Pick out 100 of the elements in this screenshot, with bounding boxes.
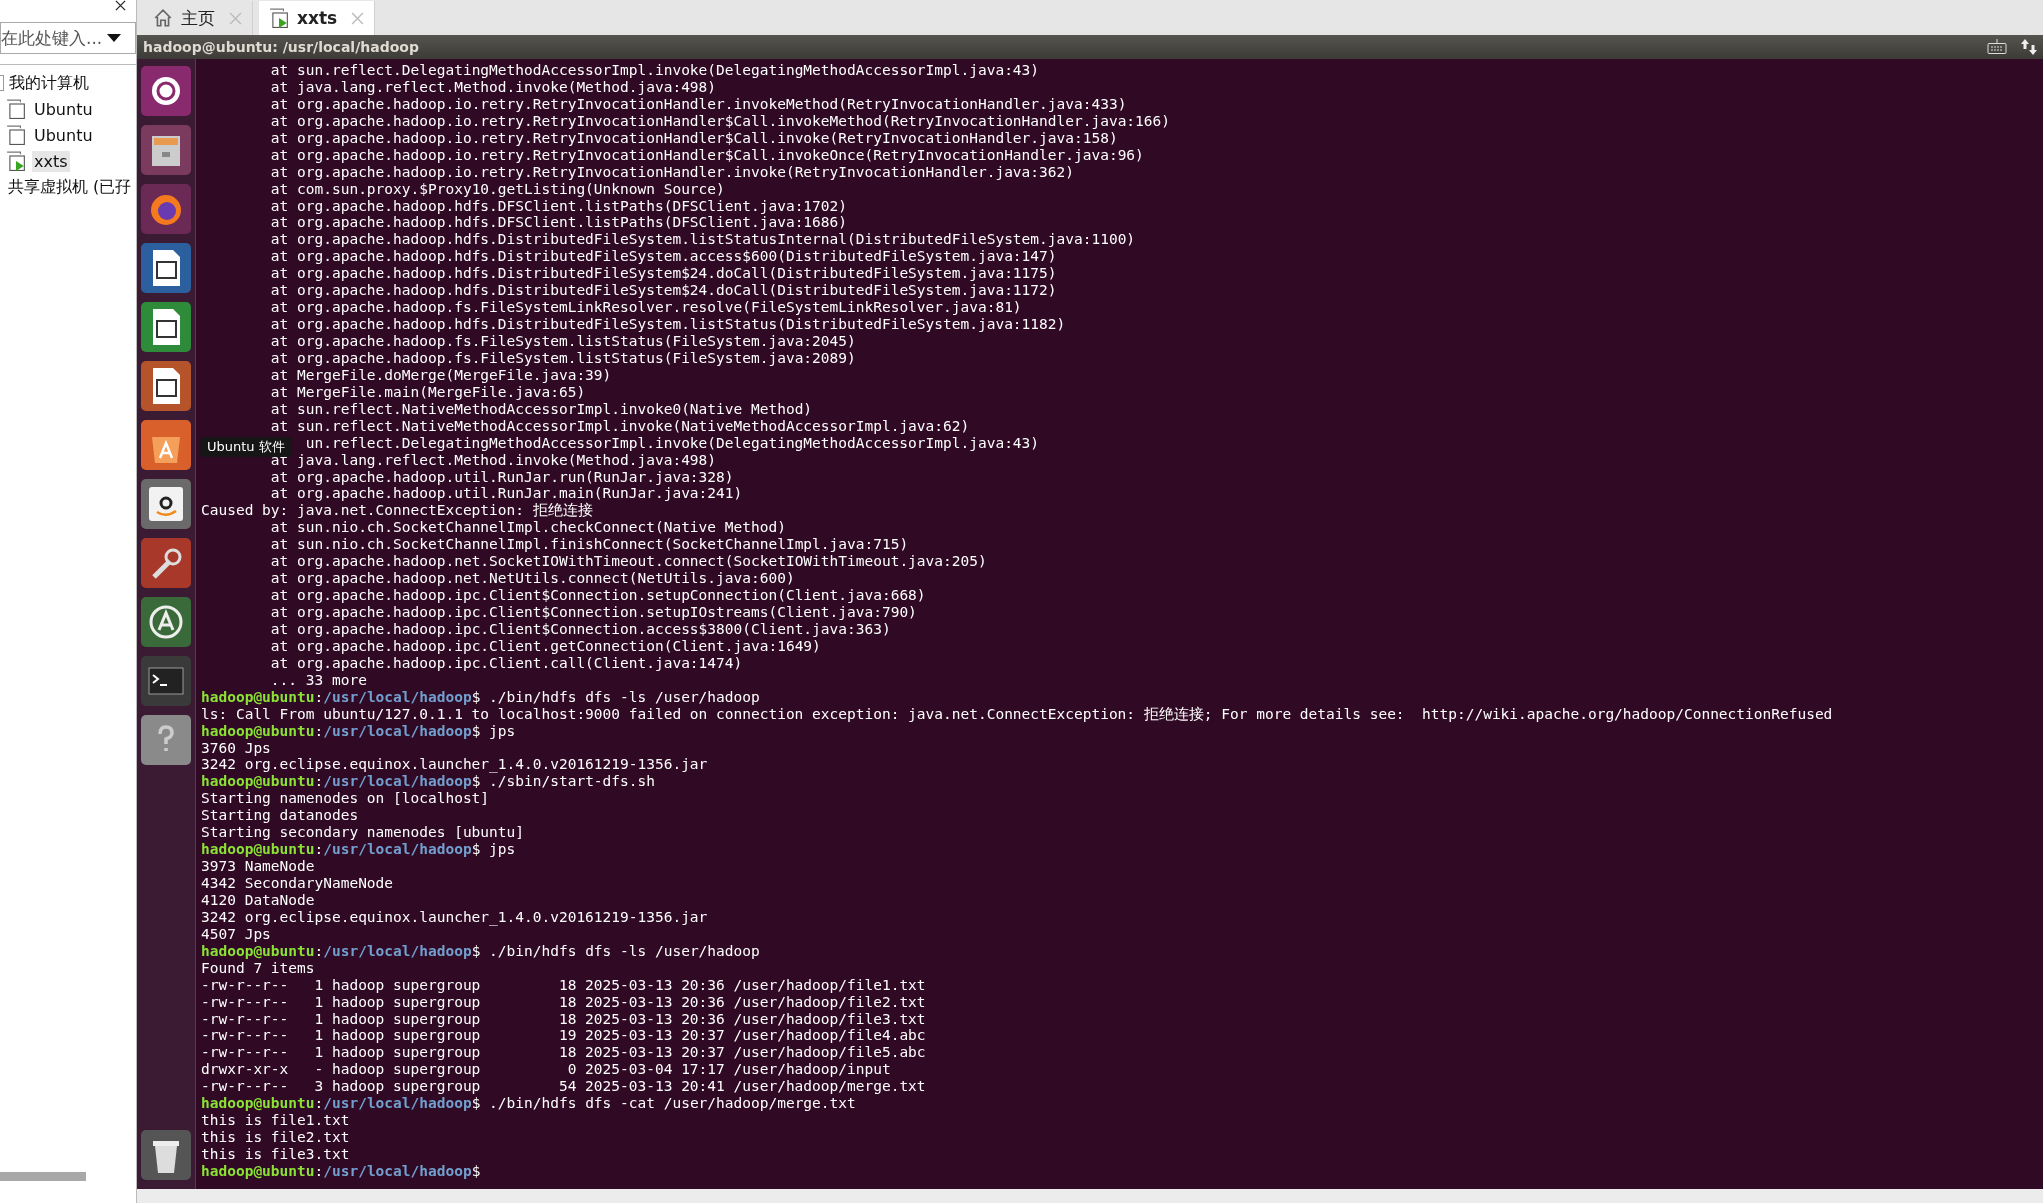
- terminal-icon[interactable]: [140, 655, 192, 707]
- terminal-line: drwxr-xr-x - hadoop supergroup 0 2025-03-04 17:17 /user/hadoop/input: [201, 1061, 891, 1079]
- terminal-line: this is file1.txt: [201, 1112, 350, 1130]
- files-icon[interactable]: [140, 124, 192, 176]
- terminal-line: 3973 NameNode: [201, 858, 315, 875]
- prompt-user: hadoop@ubuntu: [201, 722, 315, 739]
- prompt-path: /usr/local/hadoop: [323, 841, 472, 858]
- terminal-line: at org.apache.hadoop.fs.FileSystem.listStatus(FileSystem.java:2045): [269, 333, 856, 350]
- prompt-path: /usr/local/hadoop: [323, 1095, 472, 1112]
- prompt-user: hadoop@ubuntu: [201, 841, 315, 858]
- prompt-separator: :: [314, 688, 324, 705]
- terminal-line: at org.apache.hadoop.io.retry.RetryInvocationHandler.invokeMethod(RetryInvocationHandler.java:433): [269, 95, 1127, 113]
- impress-icon[interactable]: [140, 360, 192, 412]
- terminal-line: at org.apache.hadoop.util.RunJar.main(RunJar.java:241): [269, 485, 743, 503]
- window-title: hadoop@ubuntu: /usr/local/hadoop: [143, 39, 419, 55]
- command-text: $ ./bin/hdfs dfs -ls /user/hadoop: [471, 688, 760, 705]
- terminal-line: Starting namenodes on [localhost]: [201, 790, 490, 808]
- terminal-line: this is file2.txt: [201, 1129, 350, 1146]
- prompt-user: hadoop@ubuntu: [201, 688, 315, 705]
- trash-icon[interactable]: [140, 1129, 192, 1181]
- tree-item[interactable]: 我的计算机: [7, 71, 91, 95]
- writer-icon[interactable]: [140, 242, 192, 294]
- terminal-line: ls: Call From ubuntu/127.0.1.1 to localhost:9000 failed on connection exception: java.net.ConnectException: 拒绝连接; For more details see: http://wiki.apache.org/hadoop/ConnectionRefused: [201, 705, 1833, 723]
- terminal-line: 4120 DataNode: [201, 891, 315, 909]
- terminal-line: ... 33 more: [269, 671, 367, 689]
- dash-icon[interactable]: [140, 65, 192, 117]
- running-vm-icon: [269, 8, 289, 28]
- terminal-line: -rw-r--r-- 3 hadoop supergroup 54 2025-03-13 20:41 /user/hadoop/merge.txt: [201, 1078, 926, 1096]
- terminal-line: at org.apache.hadoop.io.retry.RetryInvocationHandler.invoke(RetryInvocationHandler.java:362): [269, 163, 1074, 181]
- prompt-path: /usr/local/hadoop: [323, 688, 472, 705]
- terminal-line: at org.apache.hadoop.io.retry.RetryInvocationHandler$Call.invokeOnce(RetryInvocationHandler.java:96): [269, 146, 1144, 164]
- tree-item[interactable]: Ubuntu: [32, 124, 95, 146]
- running-vm-icon: [6, 151, 26, 171]
- terminal-line: at sun.reflect.DelegatingMethodAccessorImpl.invoke(DelegatingMethodAccessorImpl.java:43): [269, 62, 1040, 79]
- command-text: $ ./bin/hdfs dfs -ls /user/hadoop: [471, 942, 760, 959]
- tree-item[interactable]: 共享虚拟机 (已孖: [6, 175, 134, 199]
- terminal-line: at MergeFile.doMerge(MergeFile.java:39): [269, 366, 612, 384]
- prompt-user: hadoop@ubuntu: [201, 942, 315, 959]
- scrollbar[interactable]: [0, 1172, 86, 1181]
- prompt-separator: :: [314, 942, 324, 959]
- terminal-line: at sun.nio.ch.SocketChannelImpl.checkConnect(Native Method): [269, 519, 786, 537]
- terminal-line: at org.apache.hadoop.ipc.Client$Connection.access$3800(Client.java:363): [269, 620, 891, 638]
- network-icon[interactable]: [2021, 38, 2037, 56]
- tree-item[interactable]: Ubuntu: [32, 98, 95, 120]
- vm-icon: [6, 125, 26, 145]
- terminal-line: 3242 org.eclipse.equinox.launcher_1.4.0.v20161219-1356.jar: [201, 756, 708, 774]
- terminal-line: 4507 Jps: [201, 925, 271, 943]
- terminal-line: at org.apache.hadoop.hdfs.DFSClient.listPaths(DFSClient.java:1702): [269, 197, 847, 215]
- terminal-line: -rw-r--r-- 1 hadoop supergroup 18 2025-03-13 20:37 /user/hadoop/file5.abc: [201, 1044, 926, 1062]
- prompt-path: /usr/local/hadoop: [323, 722, 472, 739]
- tab[interactable]: xxts: [259, 1, 376, 35]
- tree-item[interactable]: xxts: [32, 150, 70, 172]
- prompt-path: /usr/local/hadoop: [323, 773, 472, 790]
- terminal-line: at org.apache.hadoop.ipc.Client$Connection.setupConnection(Client.java:668): [269, 587, 926, 604]
- terminal-line: Starting secondary namenodes [ubuntu]: [201, 824, 524, 842]
- terminal-line: -rw-r--r-- 1 hadoop supergroup 18 2025-03-13 20:36 /user/hadoop/file3.txt: [201, 1010, 926, 1028]
- terminal-line: at org.apache.hadoop.io.retry.RetryInvocationHandler$Call.invoke(RetryInvocationHandler.java:158): [269, 129, 1118, 147]
- terminal-line: at org.apache.hadoop.ipc.Client.getConnection(Client.java:1649): [269, 637, 821, 655]
- terminal-line: at org.apache.hadoop.io.retry.RetryInvocationHandler$Call.invokeMethod(RetryInvocationHandler.java:166): [269, 112, 1170, 130]
- help-icon[interactable]: [140, 714, 192, 766]
- terminal-line: at org.apache.hadoop.hdfs.DistributedFileSystem.listStatus(DistributedFileSystem.java:1182): [269, 316, 1066, 333]
- terminal-line: at org.apache.hadoop.hdfs.DistributedFileSystem$24.doCall(DistributedFileSystem.java:1175): [269, 265, 1057, 283]
- software-icon[interactable]: [140, 419, 192, 471]
- prompt-user: hadoop@ubuntu: [201, 1162, 315, 1179]
- vm-icon: [6, 99, 26, 119]
- settings-icon[interactable]: [140, 537, 192, 589]
- prompt-separator: :: [314, 722, 324, 739]
- terminal-line: un.reflect.DelegatingMethodAccessorImpl.invoke(DelegatingMethodAccessorImpl.java:43): [305, 434, 1040, 451]
- terminal-line: at com.sun.proxy.$Proxy10.getListing(Unknown Source): [269, 180, 725, 198]
- close-icon[interactable]: [115, 0, 126, 11]
- terminal-line: this is file3.txt: [201, 1146, 350, 1163]
- keyboard-icon[interactable]: [1987, 39, 2007, 55]
- command-text: $ ./bin/hdfs dfs -cat /user/hadoop/merge.txt: [471, 1095, 856, 1112]
- terminal-line: at org.apache.hadoop.hdfs.DistributedFileSystem.access$600(DistributedFileSystem.java:147): [269, 248, 1057, 266]
- terminal-line: at MergeFile.main(MergeFile.java:65): [269, 383, 586, 401]
- updater-icon[interactable]: [140, 596, 192, 648]
- command-text: $: [471, 1162, 481, 1179]
- terminal-line: at sun.reflect.NativeMethodAccessorImpl.invoke(NativeMethodAccessorImpl.java:62): [269, 417, 970, 435]
- calc-icon[interactable]: [140, 301, 192, 353]
- terminal-line: -rw-r--r-- 1 hadoop supergroup 19 2025-03-13 20:37 /user/hadoop/file4.abc: [201, 1027, 926, 1045]
- terminal-line: at org.apache.hadoop.ipc.Client.call(Client.java:1474): [269, 654, 743, 672]
- terminal-line: 3760 Jps: [201, 739, 271, 757]
- terminal-line: at org.apache.hadoop.fs.FileSystemLinkResolver.resolve(FileSystemLinkResolver.java:81): [269, 299, 1022, 317]
- terminal-line: at org.apache.hadoop.fs.FileSystem.listStatus(FileSystem.java:2089): [269, 349, 856, 367]
- search-field[interactable]: 在此处键入...: [0, 22, 136, 54]
- prompt-separator: :: [314, 1095, 324, 1112]
- terminal-line: at org.apache.hadoop.hdfs.DistributedFileSystem$24.doCall(DistributedFileSystem.java:1172): [269, 282, 1057, 300]
- home-icon: [153, 8, 173, 28]
- terminal-line: at java.lang.reflect.Method.invoke(Method.java:498): [269, 78, 717, 96]
- terminal-line: at org.apache.hadoop.ipc.Client$Connection.setupIOstreams(Client.java:790): [269, 604, 917, 621]
- terminal-line: at org.apache.hadoop.hdfs.DistributedFileSystem.listStatusInternal(DistributedFileSystem.java:1100): [269, 231, 1136, 249]
- prompt-separator: :: [314, 841, 324, 858]
- terminal-line: -rw-r--r-- 1 hadoop supergroup 18 2025-03-13 20:36 /user/hadoop/file1.txt: [201, 976, 926, 994]
- terminal-line: 4342 SecondaryNameNode: [201, 875, 394, 892]
- prompt-path: /usr/local/hadoop: [323, 942, 472, 959]
- command-text: $ jps: [471, 722, 516, 739]
- command-text: $ jps: [471, 841, 516, 858]
- prompt-path: /usr/local/hadoop: [323, 1162, 472, 1179]
- terminal-line: Caused by: java.net.ConnectException: 拒绝连接: [201, 502, 593, 520]
- caret-icon[interactable]: [107, 34, 121, 42]
